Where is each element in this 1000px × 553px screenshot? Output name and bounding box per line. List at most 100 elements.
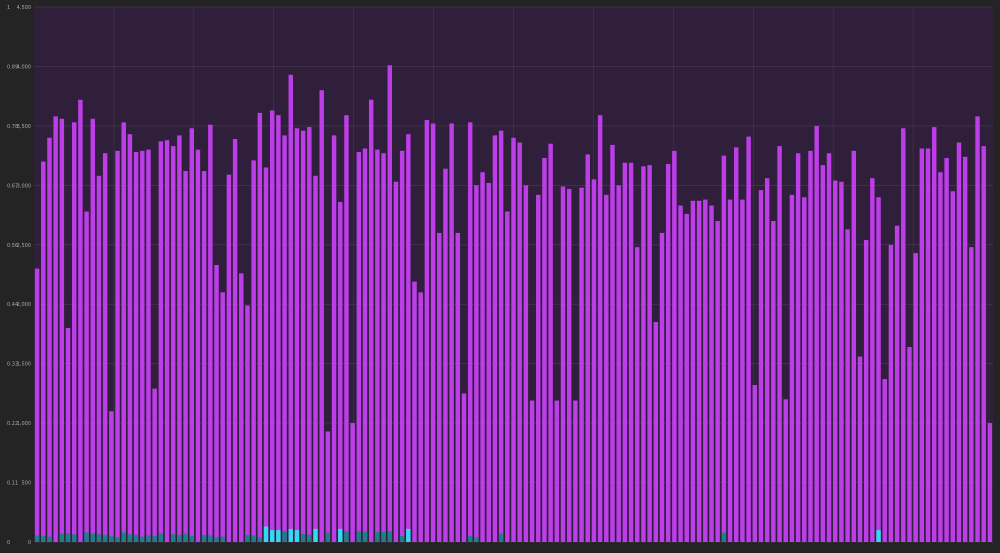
bar-primary <box>288 74 293 543</box>
bar-secondary <box>140 536 145 542</box>
bar-primary <box>47 137 52 542</box>
bar-primary <box>183 171 188 543</box>
bar-primary <box>313 175 318 543</box>
bar-primary <box>294 128 300 542</box>
right-tick-label: 1,000 <box>17 421 31 427</box>
bar-primary <box>981 146 986 542</box>
bar-primary <box>734 147 739 543</box>
bar-primary <box>672 150 677 542</box>
bar-primary <box>740 199 745 542</box>
bar-primary <box>152 388 157 542</box>
bar-primary <box>189 128 194 542</box>
bar-primary <box>34 268 40 542</box>
bar-primary <box>474 185 479 543</box>
bar-secondary <box>115 537 120 542</box>
bar-primary <box>263 167 269 542</box>
bar-secondary <box>269 530 275 542</box>
bar-primary <box>987 423 993 542</box>
bar-primary <box>282 135 287 542</box>
left-axis-ticks: 00.110.220.330.440.560.670.780.891 <box>7 5 18 546</box>
bar-primary <box>851 150 857 542</box>
bar-secondary <box>282 531 287 542</box>
bar-secondary <box>201 534 207 542</box>
bar-primary <box>696 200 702 543</box>
bar-primary <box>245 305 250 542</box>
bar-primary <box>127 134 133 542</box>
bar-primary <box>764 178 770 542</box>
bar-primary <box>622 162 628 542</box>
bar-secondary <box>313 528 318 542</box>
bar-primary <box>944 157 949 542</box>
bar-primary <box>573 400 578 542</box>
bar-primary <box>795 153 801 542</box>
bar-primary <box>412 281 417 542</box>
bar-primary <box>894 225 900 542</box>
bar-primary <box>251 160 256 542</box>
bar-primary <box>647 165 652 542</box>
bar-secondary <box>109 536 114 542</box>
bar-primary <box>486 182 491 542</box>
bar-secondary <box>121 532 126 542</box>
bar-primary <box>857 356 863 542</box>
bar-secondary <box>474 537 479 542</box>
bar-primary <box>888 244 894 542</box>
bar-primary <box>709 205 714 543</box>
bar-secondary <box>84 532 89 542</box>
bar-primary <box>969 247 974 542</box>
bar-primary <box>833 180 838 543</box>
bar-secondary <box>41 536 46 542</box>
bar-primary <box>901 128 906 542</box>
bar-primary <box>90 118 96 542</box>
bar-primary <box>826 153 832 542</box>
bar-primary <box>925 148 931 542</box>
bar-secondary <box>90 533 96 542</box>
bar-primary <box>684 213 689 542</box>
bar-secondary <box>325 532 331 542</box>
bar-primary <box>115 150 120 542</box>
bar-primary <box>579 187 584 542</box>
bar-secondary <box>307 534 312 542</box>
bar-primary <box>653 322 659 542</box>
bar-primary <box>950 191 956 542</box>
right-tick-label: 500 <box>21 481 31 487</box>
bar-primary <box>393 181 399 542</box>
right-tick-label: 4,000 <box>17 64 31 70</box>
bar-secondary <box>59 533 65 542</box>
bar-secondary <box>276 530 281 542</box>
bar-primary <box>133 152 139 543</box>
bar-primary <box>276 115 281 542</box>
bar-primary <box>170 146 176 542</box>
bar-primary <box>331 135 337 542</box>
bar-primary <box>480 172 485 542</box>
bar-primary <box>956 142 962 543</box>
bar-primary <box>467 122 473 543</box>
bar-primary <box>604 194 609 542</box>
bar-primary <box>820 165 826 542</box>
bar-primary <box>919 148 925 542</box>
bar-primary <box>201 171 207 543</box>
bar-primary <box>635 247 640 542</box>
bar-secondary <box>876 530 881 542</box>
bar-secondary <box>146 535 151 542</box>
bar-primary <box>777 146 782 542</box>
bar-primary <box>102 153 108 542</box>
bar-primary <box>121 122 126 543</box>
bar-primary <box>195 149 201 542</box>
left-tick-label: 1 <box>7 5 10 11</box>
bar-primary <box>721 155 727 542</box>
right-tick-label: 1,500 <box>17 362 31 368</box>
bar-secondary <box>257 537 263 542</box>
bar-primary <box>226 174 232 542</box>
bar-primary <box>938 172 943 542</box>
bar-secondary <box>158 533 164 542</box>
bar-primary <box>338 201 343 542</box>
bar-primary <box>325 431 331 542</box>
bar-primary <box>381 153 386 542</box>
bar-secondary <box>263 526 269 542</box>
right-tick-label: 3,000 <box>17 183 31 189</box>
bar-primary <box>641 166 646 543</box>
bar-primary <box>269 110 275 542</box>
bar-primary <box>239 273 244 542</box>
bar-secondary <box>356 531 362 542</box>
right-tick-label: 3,500 <box>17 124 31 130</box>
